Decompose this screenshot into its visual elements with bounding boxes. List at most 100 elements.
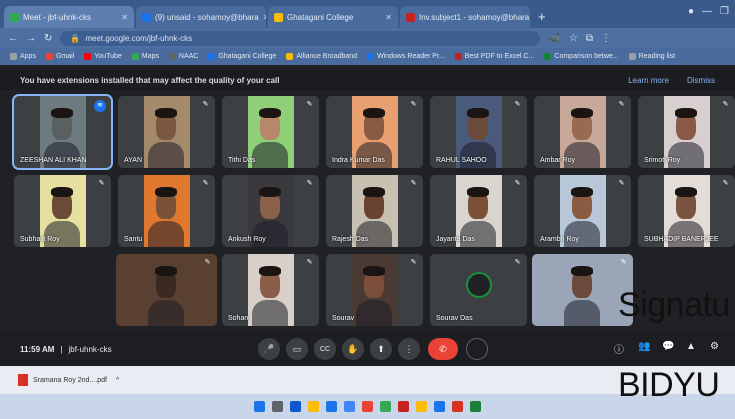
bookmark-item[interactable]: Apps: [10, 53, 36, 60]
bookmark-label: NAAC: [178, 53, 199, 60]
star-icon[interactable]: ☆: [569, 33, 578, 44]
participant-tile[interactable]: ≋ ZEESHAN ALI KHAN: [12, 94, 113, 170]
participant-tile[interactable]: ✎: [532, 254, 633, 326]
menu-icon[interactable]: ⋮: [601, 33, 611, 44]
more-options-button[interactable]: ⋮: [398, 338, 420, 360]
bookmarks-bar: Apps Gmail YouTube Maps NAAC Ghatagani Colleg…: [0, 48, 735, 65]
bookmark-item[interactable]: Gmail: [45, 53, 74, 60]
bookmark-item[interactable]: Ghatagani College: [208, 53, 276, 60]
url-text: meet.google.com/jbf-uhnk-cks: [85, 33, 193, 43]
captions-button[interactable]: CC: [314, 338, 336, 360]
participant-tile[interactable]: ✎: [116, 254, 217, 326]
camera-icon[interactable]: 📹: [548, 33, 560, 44]
camera-icon: ▭: [292, 343, 302, 354]
microphone-button[interactable]: 🎤: [258, 338, 280, 360]
learn-more-link[interactable]: Learn more: [628, 76, 669, 85]
taskbar-app-icon[interactable]: [470, 401, 481, 412]
participant-tile[interactable]: ✎ Ambar Roy: [534, 96, 631, 168]
participant-body: [356, 142, 392, 168]
browser-tab-bar: Meet - jbf-uhnk-cks ✕ (9) unsaid - soham…: [0, 0, 735, 28]
taskbar-app-icon[interactable]: [344, 401, 355, 412]
participant-tile[interactable]: ✎ AYAN: [118, 96, 215, 168]
profile-icon[interactable]: ●: [688, 6, 694, 17]
participant-tile[interactable]: ✎ SUBHADIP BANERJEE: [638, 175, 735, 247]
extra-button[interactable]: [466, 338, 488, 360]
close-icon[interactable]: ✕: [385, 13, 392, 22]
tab-subject[interactable]: Inv.subject1 - sohamoy@bhara ✕: [400, 6, 530, 28]
participant-name: Jayanta Das: [436, 236, 475, 243]
present-icon: ⬆: [377, 343, 385, 354]
download-menu-icon[interactable]: ^: [116, 377, 119, 384]
new-tab-button[interactable]: +: [532, 9, 552, 28]
mic-muted-icon: ✎: [514, 101, 521, 108]
participant-tile[interactable]: ✎ Indra Kumar Das: [326, 96, 423, 168]
maximize-icon[interactable]: ❐: [720, 6, 729, 17]
bookmark-item[interactable]: Alliance Broadband: [286, 53, 357, 60]
participant-body: [564, 300, 600, 326]
bookmark-item[interactable]: Reading list: [628, 53, 675, 60]
taskbar-app-icon[interactable]: [254, 401, 265, 412]
participant-tile[interactable]: ✎ Sohan: [222, 254, 319, 326]
bookmark-item[interactable]: NAAC: [168, 53, 199, 60]
camera-button[interactable]: ▭: [286, 338, 308, 360]
taskbar-app-icon[interactable]: [290, 401, 301, 412]
close-icon[interactable]: ✕: [121, 13, 128, 22]
participant-tile[interactable]: ✎ Tithi Das: [222, 96, 319, 168]
tab-college[interactable]: Ghatagani College ✕: [268, 6, 398, 28]
mic-muted-icon: ✎: [306, 259, 313, 266]
raise-hand-button[interactable]: ✋: [342, 338, 364, 360]
participant-name: RAHUL SAHOO: [436, 157, 487, 164]
participant-hair: [571, 187, 593, 197]
taskbar-app-icon[interactable]: [434, 401, 445, 412]
taskbar-app-icon[interactable]: [362, 401, 373, 412]
extensions-icon[interactable]: ⧉: [586, 33, 593, 44]
dismiss-link[interactable]: Dismiss: [687, 76, 715, 85]
participant-tile[interactable]: ✎ Subhajit Roy: [14, 175, 111, 247]
inbox-icon: [406, 12, 415, 22]
chat-icon[interactable]: 💬: [662, 341, 674, 352]
bookmark-item[interactable]: Windows Reader Pr...: [367, 53, 445, 60]
leave-call-button[interactable]: ✆: [428, 338, 458, 360]
bookmark-item[interactable]: Maps: [131, 53, 159, 60]
reload-icon[interactable]: ↻: [44, 33, 52, 44]
taskbar-app-icon[interactable]: [452, 401, 463, 412]
participant-tile[interactable]: ✎ Arambh Roy: [534, 175, 631, 247]
bookmark-icon: [208, 53, 216, 60]
participant-tile[interactable]: ✎ RAHUL SAHOO: [430, 96, 527, 168]
close-icon[interactable]: ✕: [263, 13, 266, 22]
participant-tile[interactable]: ✎ Sourav Das: [430, 254, 527, 326]
present-button[interactable]: ⬆: [370, 338, 392, 360]
url-field[interactable]: 🔒 meet.google.com/jbf-uhnk-cks: [60, 30, 541, 46]
bookmark-icon: [628, 53, 636, 60]
taskbar-app-icon[interactable]: [308, 401, 319, 412]
participant-tile[interactable]: ✎ Srimoti Roy: [638, 96, 735, 168]
taskbar-app-icon[interactable]: [326, 401, 337, 412]
people-icon[interactable]: 👥: [638, 341, 650, 352]
tab-meet[interactable]: Meet - jbf-uhnk-cks ✕: [4, 6, 134, 28]
settings-icon[interactable]: ⚙: [710, 341, 719, 352]
mic-muted-icon: ✎: [410, 259, 417, 266]
participant-tile[interactable]: ✎ Sourav: [326, 254, 423, 326]
taskbar-app-icon[interactable]: [416, 401, 427, 412]
taskbar-app-icon[interactable]: [398, 401, 409, 412]
taskbar-app-icon[interactable]: [272, 401, 283, 412]
minimize-icon[interactable]: —: [702, 6, 712, 17]
bookmark-item[interactable]: Comparison betwe...: [544, 53, 619, 60]
avatar: [466, 272, 492, 298]
taskbar-app-icon[interactable]: [380, 401, 391, 412]
participant-tile[interactable]: ✎ Santu: [118, 175, 215, 247]
participant-tile[interactable]: ✎ Jayanta Das: [430, 175, 527, 247]
tab-mail[interactable]: (9) unsaid - sohamoy@bhara ✕: [136, 6, 266, 28]
bookmark-icon: [544, 53, 552, 60]
download-file[interactable]: Sramana Roy 2nd....pdf: [33, 377, 107, 384]
info-icon[interactable]: ⓘ: [614, 341, 624, 356]
bookmark-item[interactable]: YouTube: [84, 53, 122, 60]
participant-tile[interactable]: ✎ Ankush Roy: [222, 175, 319, 247]
more-icon: ⋮: [404, 343, 414, 354]
back-icon[interactable]: ←: [8, 33, 18, 44]
forward-icon[interactable]: →: [26, 33, 36, 44]
participant-tile[interactable]: ✎ Rajesh Das: [326, 175, 423, 247]
bookmark-item[interactable]: Best PDF to Excel C...: [454, 53, 534, 60]
notice-text: You have extensions installed that may a…: [20, 75, 280, 85]
activities-icon[interactable]: ▲: [686, 341, 696, 352]
